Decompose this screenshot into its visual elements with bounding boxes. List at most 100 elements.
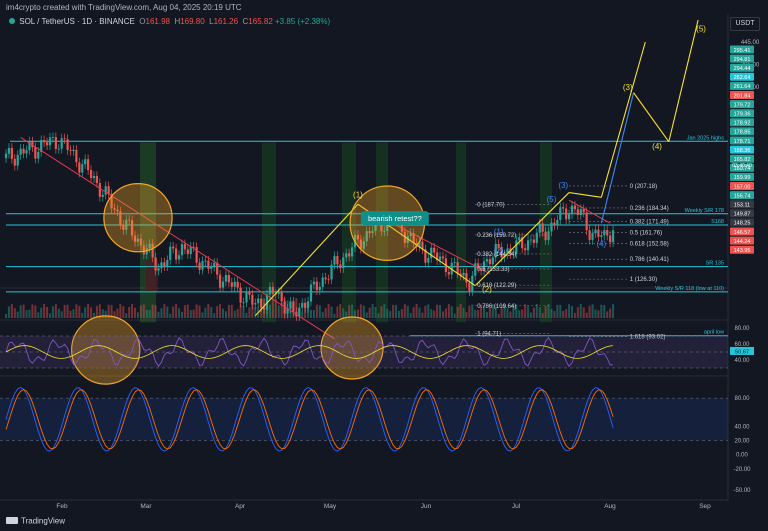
price-badge-label: 179.36: [734, 112, 751, 118]
volume-bar: [163, 304, 166, 318]
candle-body: [87, 159, 90, 171]
volume-bar: [568, 304, 571, 318]
volume-bar: [16, 311, 19, 318]
volume-bar: [571, 305, 574, 318]
candle-body: [573, 205, 577, 210]
price-badge-label: 149.87: [734, 212, 751, 218]
price-badge-label: 261.64: [734, 84, 751, 90]
volume-bar: [134, 307, 137, 318]
volume-bar: [318, 305, 321, 318]
price-badge-label: 178.71: [734, 139, 751, 145]
volume-bar: [544, 306, 547, 318]
candle-body: [280, 292, 283, 302]
candle-body: [160, 262, 163, 269]
volume-bar: [535, 304, 538, 318]
candle-body: [462, 272, 465, 276]
level-label: Jan 2025 highs: [687, 135, 725, 141]
volume-bar: [160, 308, 163, 318]
candle-body: [198, 262, 201, 270]
volume-bar: [239, 304, 242, 318]
volume-bar: [591, 304, 594, 318]
volume-bar: [151, 304, 154, 318]
candle-body: [611, 230, 615, 243]
volume-bar: [28, 309, 31, 318]
wave-label: (3): [623, 83, 633, 92]
candle-body: [107, 186, 110, 194]
volume-bar: [312, 310, 315, 318]
candle-body: [19, 148, 22, 155]
volume-bar: [198, 305, 201, 318]
volume-bar: [474, 309, 477, 318]
candle-body: [213, 262, 216, 267]
candle-body: [309, 284, 313, 302]
volume-bar: [538, 307, 541, 318]
volume-bar: [268, 304, 271, 318]
candle-body: [101, 194, 104, 197]
volume-bar: [315, 304, 318, 318]
candle-body: [166, 259, 169, 267]
volume-bar: [330, 306, 333, 318]
candle-body: [104, 186, 107, 195]
candle-body: [218, 274, 222, 288]
price-badge-label: 165.82: [734, 157, 751, 163]
price-badge-label: 159.99: [734, 175, 751, 181]
volume-bar: [183, 305, 186, 318]
volume-bar: [224, 311, 227, 318]
volume-bar: [69, 310, 72, 318]
volume-bar: [57, 308, 60, 318]
volume-bar: [34, 305, 37, 318]
volume-bar: [565, 309, 568, 318]
volume-bar: [333, 313, 336, 318]
fib-label-left: 0.786 (109.64): [477, 304, 516, 310]
candle-body: [63, 138, 66, 140]
volume-bar: [521, 309, 524, 318]
candle-body: [43, 140, 46, 143]
wave-label: (1): [353, 190, 363, 199]
candle-body: [318, 286, 321, 291]
volume-bar: [227, 304, 230, 318]
candle-body: [48, 137, 52, 146]
volume-bar: [524, 304, 527, 318]
wave-zone: [456, 142, 466, 323]
candle-body: [485, 259, 489, 262]
candle-body: [538, 223, 541, 233]
volume-bar: [547, 304, 550, 318]
volume-bar: [324, 308, 327, 318]
volume-bar: [529, 312, 532, 318]
candle-body: [157, 268, 160, 271]
volume-bar: [154, 305, 157, 318]
candle-body: [233, 281, 236, 287]
volume-bar: [509, 311, 512, 318]
price-badge-label: 144.24: [734, 239, 751, 245]
volume-bar: [78, 305, 81, 318]
volume-bar: [157, 311, 160, 318]
volume-bar: [582, 307, 585, 318]
candle-body: [582, 209, 585, 213]
stoch-band: [0, 398, 728, 441]
stoch-tick-label: -20.00: [733, 467, 751, 473]
price-badge-label: 262.64: [734, 75, 751, 81]
rsi-value-label: 50.67: [735, 349, 749, 355]
time-tick-label: Jun: [421, 503, 432, 510]
volume-bar: [588, 305, 591, 318]
candle-body: [163, 262, 166, 267]
candle-body: [54, 137, 57, 149]
candle-body: [315, 281, 318, 291]
volume-bar: [40, 307, 43, 318]
candle-body: [348, 253, 351, 257]
candle-body: [588, 230, 591, 240]
volume-bar: [421, 312, 424, 318]
candle-body: [154, 257, 157, 271]
volume-bar: [471, 304, 474, 318]
candle-body: [289, 301, 292, 309]
chart-canvas[interactable]: Feb Mar Apr May Jun Jul Aug Sep Jan 2025 highs We…: [0, 0, 768, 531]
volume-bar: [453, 313, 456, 318]
candle-body: [16, 154, 19, 166]
volume-bar: [485, 311, 488, 318]
volume-bar: [213, 313, 216, 318]
volume-bar: [348, 305, 351, 318]
candle-body: [535, 232, 538, 243]
candle-body: [57, 148, 60, 150]
fib-label-right: 0.382 (171.49): [630, 220, 669, 226]
stoch-tick-label: 40.00: [734, 424, 750, 430]
